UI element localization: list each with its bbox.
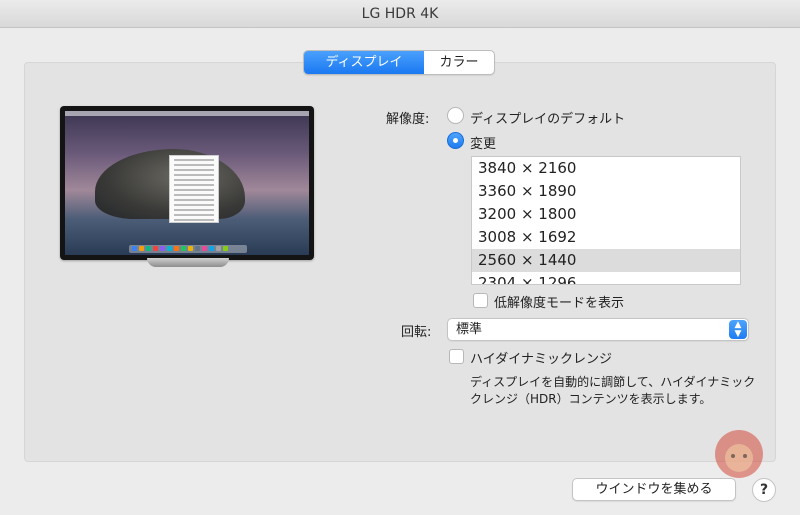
rotation-label: 回転: (401, 325, 432, 340)
hdr-description-line2: クレンジ（HDR）コンテンツを表示します。 (470, 392, 712, 406)
tab-color[interactable]: カラー (424, 51, 494, 74)
radio-scaled-label[interactable]: 変更 (470, 133, 496, 152)
monitor-screen (65, 111, 309, 255)
rotation-select[interactable]: 標準 ▲ ▼ (447, 318, 749, 341)
mini-document-window (169, 155, 219, 223)
hdr-checkbox[interactable] (449, 349, 464, 364)
gather-windows-button[interactable]: ウインドウを集める (572, 478, 736, 501)
resolution-option[interactable]: 3008 × 1692 (472, 226, 740, 249)
chevron-updown-icon: ▲ ▼ (729, 320, 747, 339)
window-titlebar: LG HDR 4K (0, 0, 800, 28)
radio-default-label[interactable]: ディスプレイのデフォルト (470, 108, 625, 127)
help-button[interactable]: ? (752, 478, 776, 502)
resolution-option-selected[interactable]: 2560 × 1440 (472, 249, 740, 272)
resolution-option[interactable]: 3840 × 2160 (472, 157, 740, 180)
resolution-label: 解像度: (386, 112, 430, 127)
mini-dock (129, 245, 247, 253)
resolution-option[interactable]: 3360 × 1890 (472, 180, 740, 203)
hdr-label[interactable]: ハイダイナミックレンジ (470, 348, 612, 367)
resolution-option[interactable]: 2304 × 1296 (472, 272, 740, 284)
resolution-list[interactable]: 3840 × 2160 3360 × 1890 3200 × 1800 3008… (471, 156, 741, 285)
watermark-logo (715, 430, 763, 478)
monitor-illustration (60, 106, 314, 260)
low-res-label[interactable]: 低解像度モードを表示 (494, 292, 624, 311)
mini-menubar (65, 111, 309, 116)
tab-bar: ディスプレイ カラー (303, 50, 495, 75)
tab-display[interactable]: ディスプレイ (304, 51, 424, 74)
resolution-option[interactable]: 3200 × 1800 (472, 203, 740, 226)
radio-default[interactable] (447, 107, 464, 124)
window-title: LG HDR 4K (361, 5, 439, 22)
low-res-checkbox[interactable] (473, 293, 488, 308)
monitor-stand (147, 258, 229, 267)
hdr-description: ディスプレイを自動的に調節して、ハイダイナミック クレンジ（HDR）コンテンツを… (470, 374, 770, 408)
radio-scaled[interactable] (447, 132, 464, 149)
hdr-description-line1: ディスプレイを自動的に調節して、ハイダイナミック (470, 375, 756, 389)
rotation-value: 標準 (456, 322, 483, 337)
